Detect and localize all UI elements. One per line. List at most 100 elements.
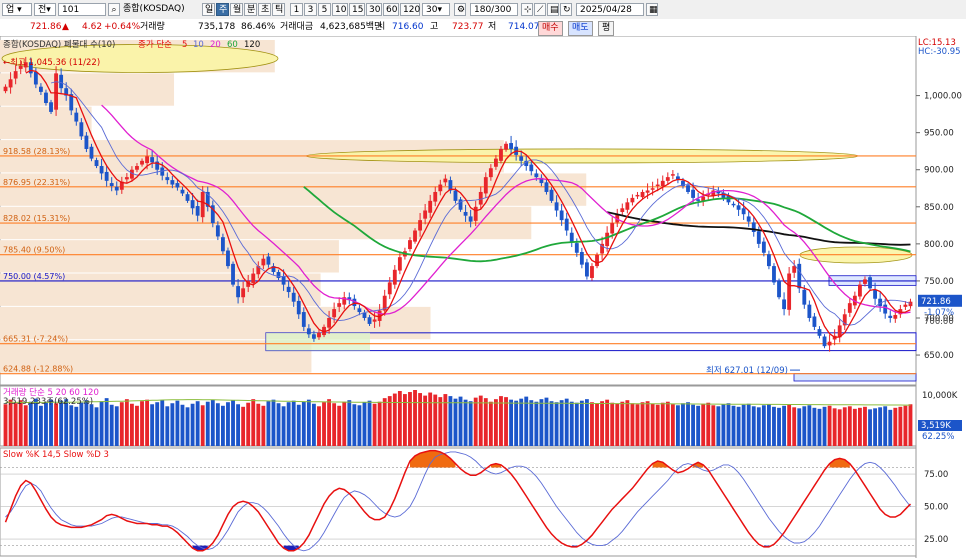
volume-bar (650, 403, 655, 446)
minute-3-button[interactable]: 3 (304, 3, 317, 16)
volume-bar (549, 401, 554, 446)
sell-button[interactable]: 매도 (568, 21, 593, 36)
custom-interval-select[interactable]: 30▾ (422, 3, 450, 16)
candle-body (797, 263, 802, 289)
calendar-icon[interactable]: ▦ (646, 3, 658, 16)
minute-30-button[interactable]: 30 (366, 3, 382, 16)
volume-bar (721, 404, 726, 446)
price-tick-label: 950.00 (924, 129, 954, 139)
minute-5-button[interactable]: 5 (318, 3, 331, 16)
period-week-button[interactable]: 주 (216, 3, 229, 16)
price-tick-label: 850.00 (924, 203, 954, 213)
period-second-button[interactable]: 초 (258, 3, 271, 16)
candle-body (408, 240, 412, 250)
candle-body (564, 218, 569, 231)
candle-body (635, 194, 640, 197)
market-scope-select[interactable]: 전▾ (34, 3, 56, 16)
volume-bar (797, 408, 802, 446)
volume-bar (600, 401, 605, 446)
volume-bar (18, 400, 23, 446)
candle-body (387, 282, 392, 295)
overlay-icon[interactable]: ▤ (547, 3, 559, 16)
volume-bar (423, 395, 428, 446)
volume-bar (362, 402, 367, 446)
market-select[interactable]: 업 ▾ (2, 3, 32, 16)
minute-15-button[interactable]: 15 (349, 3, 365, 16)
candle-body (660, 180, 665, 187)
candle-body (84, 135, 89, 149)
settings-gear-icon[interactable]: ⚙ (454, 3, 466, 16)
candle-body (327, 317, 332, 328)
candle-body (261, 258, 266, 266)
volume-bar (787, 404, 792, 446)
volume-bar (44, 402, 48, 446)
candle-body (873, 289, 878, 299)
volume-bar (54, 403, 59, 446)
buy-button[interactable]: 매수 (538, 21, 563, 36)
candle-body (413, 230, 417, 242)
candle-body (291, 292, 296, 302)
candle-body (544, 182, 549, 192)
volume-bar (766, 404, 771, 446)
candle-body (170, 180, 175, 185)
volume-bar (908, 404, 913, 446)
candle-body (817, 329, 822, 336)
candle-body (640, 191, 645, 198)
split-icon[interactable]: ⊹ (521, 3, 533, 16)
volume-bar (205, 401, 210, 446)
candle-body (372, 319, 377, 322)
chart-area[interactable]: 1,000.00 950.00 900.00 850.00 800.00 750.00 70… (0, 36, 966, 558)
flat-button[interactable]: 평 (598, 21, 615, 36)
volume-bar (584, 399, 589, 446)
search-icon[interactable]: ⌕ (108, 3, 120, 16)
volume-bar (443, 394, 448, 446)
volume-bar (69, 405, 74, 446)
candle-body (549, 189, 554, 201)
volume-bar (28, 401, 33, 446)
minute-10-button[interactable]: 10 (332, 3, 348, 16)
candle-body (428, 200, 433, 213)
candle-body (150, 157, 155, 163)
volume-bar (266, 401, 271, 446)
volume-bar (590, 402, 594, 446)
period-day-button[interactable]: 일 (202, 3, 215, 16)
high-annotation: ←최고 1,045.36 (11/22) (3, 57, 100, 68)
volume-bar (483, 398, 488, 446)
volume-bar (463, 399, 468, 446)
candle-body (807, 304, 812, 318)
volume-bar (504, 397, 508, 446)
period-tick-button[interactable]: 틱 (272, 3, 285, 16)
line-tool-icon[interactable]: ⟋ (534, 3, 546, 16)
candle-body (74, 112, 79, 122)
ma-legend-period: 120 (244, 40, 260, 50)
period-month-button[interactable]: 월 (230, 3, 243, 16)
refresh-icon[interactable]: ↻ (560, 3, 572, 16)
date-input[interactable]: 2025/04/28 (576, 3, 644, 16)
minute-60-button[interactable]: 60 (383, 3, 399, 16)
volume-bar (751, 406, 756, 446)
period-minute-button[interactable]: 분 (244, 3, 257, 16)
candle-body (33, 71, 38, 85)
volume-bar (756, 407, 761, 446)
candle-body (251, 273, 256, 284)
candle-body (190, 200, 195, 209)
candle-body (534, 173, 539, 178)
volume-bar (296, 404, 301, 446)
volume-bar (89, 404, 94, 446)
candle-body (276, 272, 281, 278)
candle-body (59, 74, 64, 89)
minute-120-button[interactable]: 120 (400, 3, 420, 16)
code-input[interactable]: 101 (58, 3, 106, 16)
current-price-tag-text: 721.86 (921, 297, 951, 307)
candle-body (483, 177, 488, 194)
volume-bar (670, 404, 675, 446)
volume-bar (109, 404, 114, 446)
candle-body (473, 206, 478, 221)
candle-body (655, 184, 660, 187)
price-tick-label: 750.00 (924, 277, 954, 287)
price-tick-label: 900.00 (924, 166, 954, 176)
count-input[interactable]: 180/300 (470, 3, 518, 16)
minute-1-button[interactable]: 1 (290, 3, 303, 16)
volume-bar (468, 401, 473, 446)
candle-body (868, 277, 872, 289)
